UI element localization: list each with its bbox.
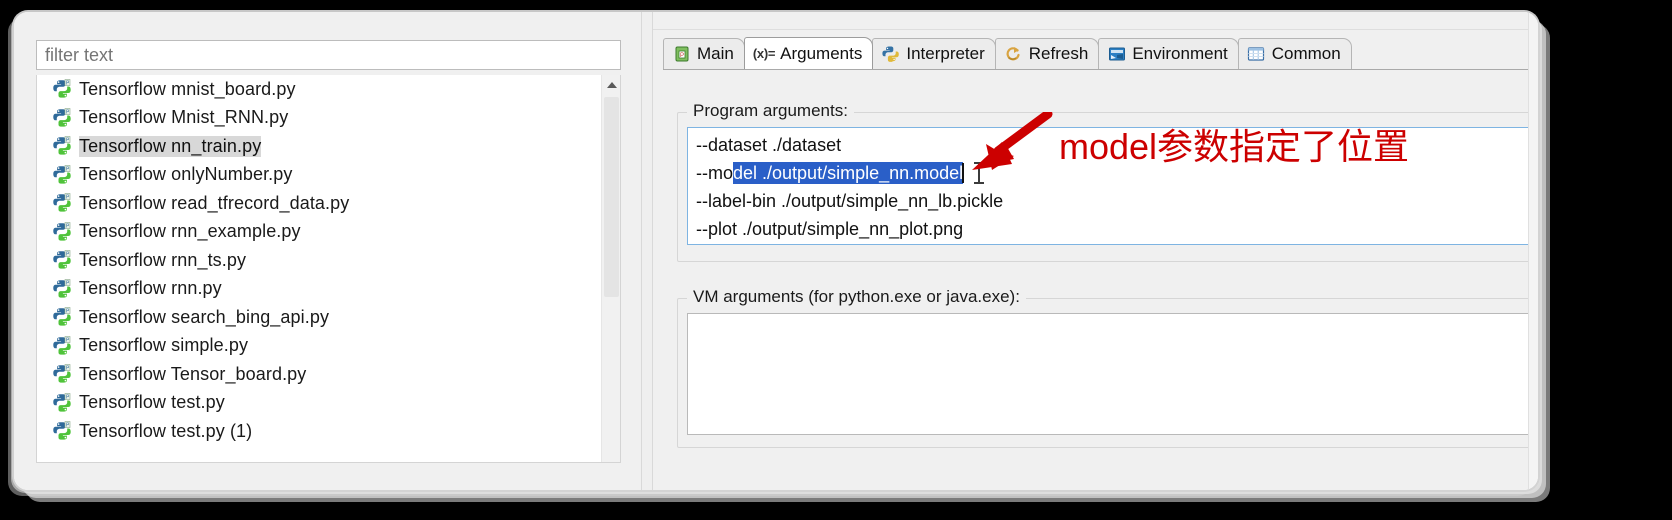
python-file-icon: P: [53, 364, 71, 384]
launch-configuration-list[interactable]: P Tensorflow mnist_board.py P Tensorflow Mn…: [36, 75, 621, 463]
panel-splitter[interactable]: [641, 12, 653, 490]
refresh-icon: [1004, 45, 1023, 64]
svg-text:P: P: [680, 53, 684, 59]
main-config-icon: P: [672, 45, 691, 64]
python-interpreter-icon: [881, 45, 900, 64]
tab-environment[interactable]: Environment: [1098, 38, 1239, 69]
arg-line-label-bin[interactable]: --label-bin ./output/simple_nn_lb.pickle: [688, 187, 1538, 215]
tab-label: Interpreter: [906, 44, 985, 63]
tab-refresh[interactable]: Refresh: [994, 38, 1100, 69]
red-arrow-icon: [972, 112, 1053, 170]
left-panel-bottom-strip: [14, 463, 641, 490]
screenshot-root: P Tensorflow mnist_board.py P Tensorflow Mn…: [0, 0, 1672, 520]
list-scroll-region[interactable]: P Tensorflow mnist_board.py P Tensorflow Mn…: [37, 75, 603, 462]
python-file-icon: P: [53, 250, 71, 270]
chevron-up-icon: [606, 81, 617, 88]
list-item-label: Tensorflow Tensor_board.py: [79, 363, 307, 384]
list-item-label: Tensorflow mnist_board.py: [79, 78, 296, 99]
tab-common[interactable]: Common: [1237, 38, 1352, 69]
list-item[interactable]: P Tensorflow test.py (1): [37, 417, 603, 446]
list-vertical-scrollbar[interactable]: [601, 75, 620, 462]
right-panel-edge: [1528, 12, 1538, 490]
list-item[interactable]: P Tensorflow mnist_board.py: [37, 75, 603, 104]
python-file-icon: P: [53, 107, 71, 128]
python-file-icon: P: [53, 193, 71, 213]
list-item[interactable]: P Tensorflow nn_train.py: [37, 132, 603, 161]
configuration-tabs[interactable]: P Main (x)= Arguments Interpreter Refresh Envi…: [663, 37, 1538, 70]
annotation-text: model参数指定了位置: [1059, 126, 1410, 167]
list-item-label: Tensorflow onlyNumber.py: [79, 164, 293, 185]
vm-arguments-textarea[interactable]: [687, 313, 1538, 435]
list-item-label: Tensorflow test.py: [79, 392, 225, 413]
tab-main[interactable]: P Main: [663, 38, 745, 69]
list-item-label: Tensorflow simple.py: [79, 335, 249, 356]
configuration-detail-panel: P Main (x)= Arguments Interpreter Refresh Envi…: [653, 12, 1538, 490]
list-item-label: Tensorflow nn_train.py: [79, 135, 262, 157]
list-item[interactable]: P Tensorflow test.py: [37, 389, 603, 418]
list-item-label: Tensorflow search_bing_api.py: [79, 306, 330, 327]
list-item-label: Tensorflow rnn.py: [79, 278, 222, 299]
list-item-label: Tensorflow test.py (1): [79, 420, 253, 441]
python-file-icon: P: [53, 335, 71, 356]
tab-label: Environment: [1132, 44, 1228, 63]
list-item[interactable]: P Tensorflow rnn_ts.py: [37, 246, 603, 275]
vm-arguments-group: VM arguments (for python.exe or java.exe…: [677, 287, 1538, 448]
list-item[interactable]: P Tensorflow read_tfrecord_data.py: [37, 189, 603, 218]
common-icon: [1247, 45, 1266, 64]
vm-arguments-label: VM arguments (for python.exe or java.exe…: [687, 287, 1026, 307]
scrollbar-thumb[interactable]: [604, 97, 619, 297]
tab-label: Main: [697, 44, 734, 63]
python-file-icon: P: [53, 136, 71, 156]
filter-input[interactable]: [36, 40, 621, 70]
python-file-icon: P: [53, 221, 71, 242]
list-item[interactable]: P Tensorflow rnn_example.py: [37, 218, 603, 247]
list-item-label: Tensorflow read_tfrecord_data.py: [79, 192, 350, 213]
python-file-icon: P: [53, 79, 71, 99]
arg-line-plot[interactable]: --plot ./output/simple_nn_plot.png: [688, 215, 1538, 243]
list-item-label: Tensorflow rnn_ts.py: [79, 249, 247, 270]
tab-label: Arguments: [780, 43, 863, 63]
list-item[interactable]: P Tensorflow simple.py: [37, 332, 603, 361]
python-file-icon: P: [53, 307, 71, 327]
python-file-icon: P: [53, 278, 71, 299]
list-item[interactable]: P Tensorflow rnn.py: [37, 275, 603, 304]
dialog-window: P Tensorflow mnist_board.py P Tensorflow Mn…: [14, 12, 1538, 490]
scroll-up-button[interactable]: [602, 75, 620, 94]
environment-icon: [1107, 45, 1126, 64]
tab-interpreter[interactable]: Interpreter: [872, 38, 996, 69]
tab-label: Refresh: [1028, 44, 1089, 63]
python-file-icon: P: [53, 392, 71, 413]
tab-arguments[interactable]: (x)= Arguments: [743, 37, 874, 69]
launch-configurations-panel: P Tensorflow mnist_board.py P Tensorflow Mn…: [14, 12, 641, 490]
list-item[interactable]: P Tensorflow onlyNumber.py: [37, 161, 603, 190]
python-file-icon: P: [53, 421, 71, 441]
arguments-marker-icon: (x)=: [752, 46, 776, 61]
detail-panel-header: [653, 12, 1538, 30]
python-file-icon: P: [53, 164, 71, 185]
list-item[interactable]: P Tensorflow Tensor_board.py: [37, 360, 603, 389]
tab-label: Common: [1271, 44, 1341, 63]
list-item-label: Tensorflow rnn_example.py: [79, 221, 301, 242]
list-item-label: Tensorflow Mnist_RNN.py: [79, 107, 289, 128]
arg-model-prefix: --mo: [696, 163, 733, 183]
program-arguments-label: Program arguments:: [687, 101, 854, 121]
list-item[interactable]: P Tensorflow Mnist_RNN.py: [37, 104, 603, 133]
arg-model-selected-text[interactable]: del ./output/simple_nn.model: [733, 162, 964, 184]
list-item[interactable]: P Tensorflow search_bing_api.py: [37, 303, 603, 332]
